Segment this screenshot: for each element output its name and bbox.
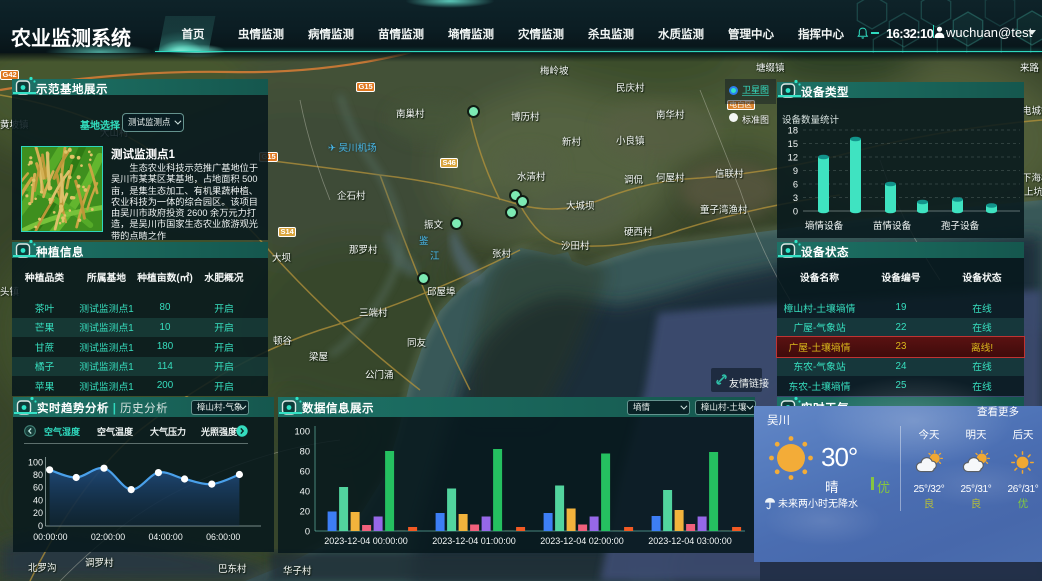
svg-text:40: 40 — [300, 487, 310, 497]
svg-text:20: 20 — [300, 507, 310, 517]
svg-text:40: 40 — [33, 495, 43, 505]
svg-text:墒情设备: 墒情设备 — [805, 220, 844, 232]
svg-text:80: 80 — [33, 470, 43, 480]
svg-text:6: 6 — [793, 180, 798, 190]
svg-text:2023-12-04 01:00:00: 2023-12-04 01:00:00 — [432, 536, 516, 546]
svg-text:12: 12 — [788, 153, 798, 163]
svg-text:2023-12-04 03:00:00: 2023-12-04 03:00:00 — [648, 536, 732, 546]
svg-text:2023-12-04 00:00:00: 2023-12-04 00:00:00 — [324, 536, 408, 546]
svg-text:0: 0 — [305, 527, 310, 537]
svg-text:02:00:00: 02:00:00 — [91, 532, 125, 542]
svg-text:00:00:00: 00:00:00 — [33, 532, 67, 542]
svg-text:04:00:00: 04:00:00 — [148, 532, 182, 542]
svg-text:60: 60 — [300, 467, 310, 477]
svg-text:06:00:00: 06:00:00 — [206, 532, 240, 542]
svg-text:0: 0 — [38, 521, 43, 531]
svg-text:孢子设备: 孢子设备 — [941, 220, 980, 232]
svg-text:0: 0 — [793, 207, 798, 217]
svg-text:20: 20 — [33, 508, 43, 518]
svg-text:100: 100 — [28, 457, 43, 467]
svg-text:3: 3 — [793, 193, 798, 203]
svg-text:苗情设备: 苗情设备 — [873, 220, 912, 232]
svg-text:9: 9 — [793, 166, 798, 176]
svg-text:2023-12-04 02:00:00: 2023-12-04 02:00:00 — [540, 536, 624, 546]
svg-text:15: 15 — [788, 139, 798, 149]
svg-text:60: 60 — [33, 483, 43, 493]
svg-text:80: 80 — [300, 447, 310, 457]
svg-text:18: 18 — [788, 126, 798, 136]
svg-text:100: 100 — [294, 427, 310, 437]
svg-text:设备数量统计: 设备数量统计 — [782, 114, 840, 126]
